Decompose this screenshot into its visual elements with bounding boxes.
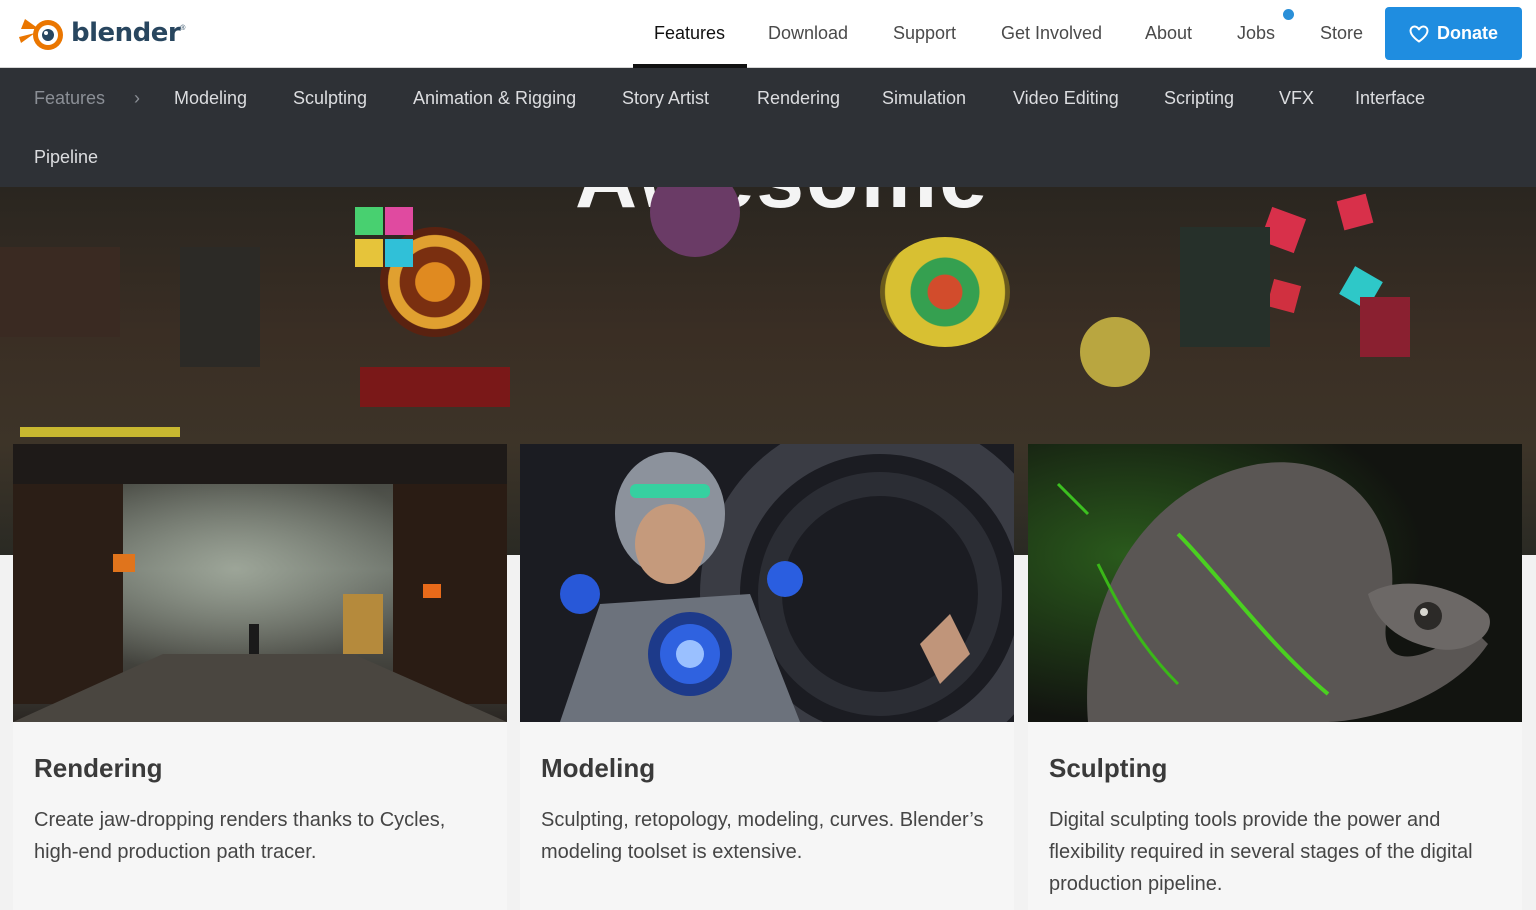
- feature-card-modeling[interactable]: Modeling Sculpting, retopology, modeling…: [520, 444, 1014, 910]
- nav-features[interactable]: Features: [654, 0, 725, 68]
- subnav-story-artist[interactable]: Story Artist: [622, 87, 709, 109]
- trademark-symbol: ®: [180, 25, 186, 32]
- card-title[interactable]: Modeling: [541, 753, 655, 784]
- features-subnav: Features › Modeling Sculpting Animation …: [0, 68, 1536, 187]
- hero-decoration: [360, 367, 510, 407]
- hero-decoration: [180, 247, 260, 367]
- top-navigation: blender ® Features Download Support Get …: [0, 0, 1536, 68]
- hero-decoration: [20, 427, 180, 437]
- heart-icon: [1409, 25, 1429, 42]
- hero-decoration: [880, 237, 1010, 347]
- subnav-rendering[interactable]: Rendering: [757, 87, 840, 109]
- hero-title: Awesome: [575, 187, 989, 228]
- sculpting-card-image: [1028, 444, 1522, 722]
- donate-button[interactable]: Donate: [1385, 7, 1522, 60]
- nav-get-involved[interactable]: Get Involved: [1001, 0, 1102, 68]
- subnav-modeling[interactable]: Modeling: [174, 87, 247, 109]
- card-title[interactable]: Sculpting: [1049, 753, 1167, 784]
- nav-store[interactable]: Store: [1320, 0, 1363, 68]
- subnav-interface[interactable]: Interface: [1355, 87, 1425, 109]
- nav-about[interactable]: About: [1145, 0, 1192, 68]
- jobs-notification-dot: [1283, 9, 1294, 20]
- blender-logo[interactable]: blender ®: [17, 11, 185, 55]
- subnav-video-editing[interactable]: Video Editing: [1013, 87, 1119, 109]
- nav-jobs[interactable]: Jobs: [1237, 0, 1275, 68]
- card-title[interactable]: Rendering: [34, 753, 163, 784]
- nav-support[interactable]: Support: [893, 0, 956, 68]
- breadcrumb-features[interactable]: Features: [34, 87, 105, 109]
- subnav-sculpting[interactable]: Sculpting: [293, 87, 367, 109]
- subnav-simulation[interactable]: Simulation: [882, 87, 966, 109]
- hero-decoration: [355, 239, 383, 267]
- subnav-pipeline[interactable]: Pipeline: [34, 146, 98, 168]
- card-description: Create jaw-dropping renders thanks to Cy…: [34, 809, 446, 863]
- blender-logo-icon: [19, 19, 63, 50]
- hero-decoration: [1336, 193, 1374, 231]
- rendering-card-image: [13, 444, 507, 722]
- hero-decoration: [1360, 297, 1410, 357]
- feature-card-sculpting[interactable]: Sculpting Digital sculpting tools provid…: [1028, 444, 1522, 910]
- nav-active-indicator: [633, 64, 747, 68]
- hero-decoration: [1266, 278, 1302, 314]
- card-description: Sculpting, retopology, modeling, curves.…: [541, 809, 984, 863]
- hero-decoration: [1080, 317, 1150, 387]
- hero-decoration: [355, 207, 383, 235]
- donate-label: Donate: [1436, 23, 1498, 43]
- subnav-scripting[interactable]: Scripting: [1164, 87, 1234, 109]
- nav-download[interactable]: Download: [768, 0, 848, 68]
- modeling-card-image: [520, 444, 1014, 722]
- hero-decoration: [385, 239, 413, 267]
- hero-decoration: [0, 247, 120, 337]
- hero-decoration: [385, 207, 413, 235]
- subnav-animation-rigging[interactable]: Animation & Rigging: [413, 87, 576, 109]
- subnav-vfx[interactable]: VFX: [1279, 87, 1314, 109]
- hero-decoration: [1180, 227, 1270, 347]
- feature-card-rendering[interactable]: Rendering Create jaw-dropping renders th…: [13, 444, 507, 910]
- chevron-right-icon: ›: [134, 88, 140, 108]
- card-description: Digital sculpting tools provide the powe…: [1049, 809, 1473, 895]
- hero-decoration: [650, 187, 740, 257]
- blender-wordmark: blender: [71, 18, 181, 48]
